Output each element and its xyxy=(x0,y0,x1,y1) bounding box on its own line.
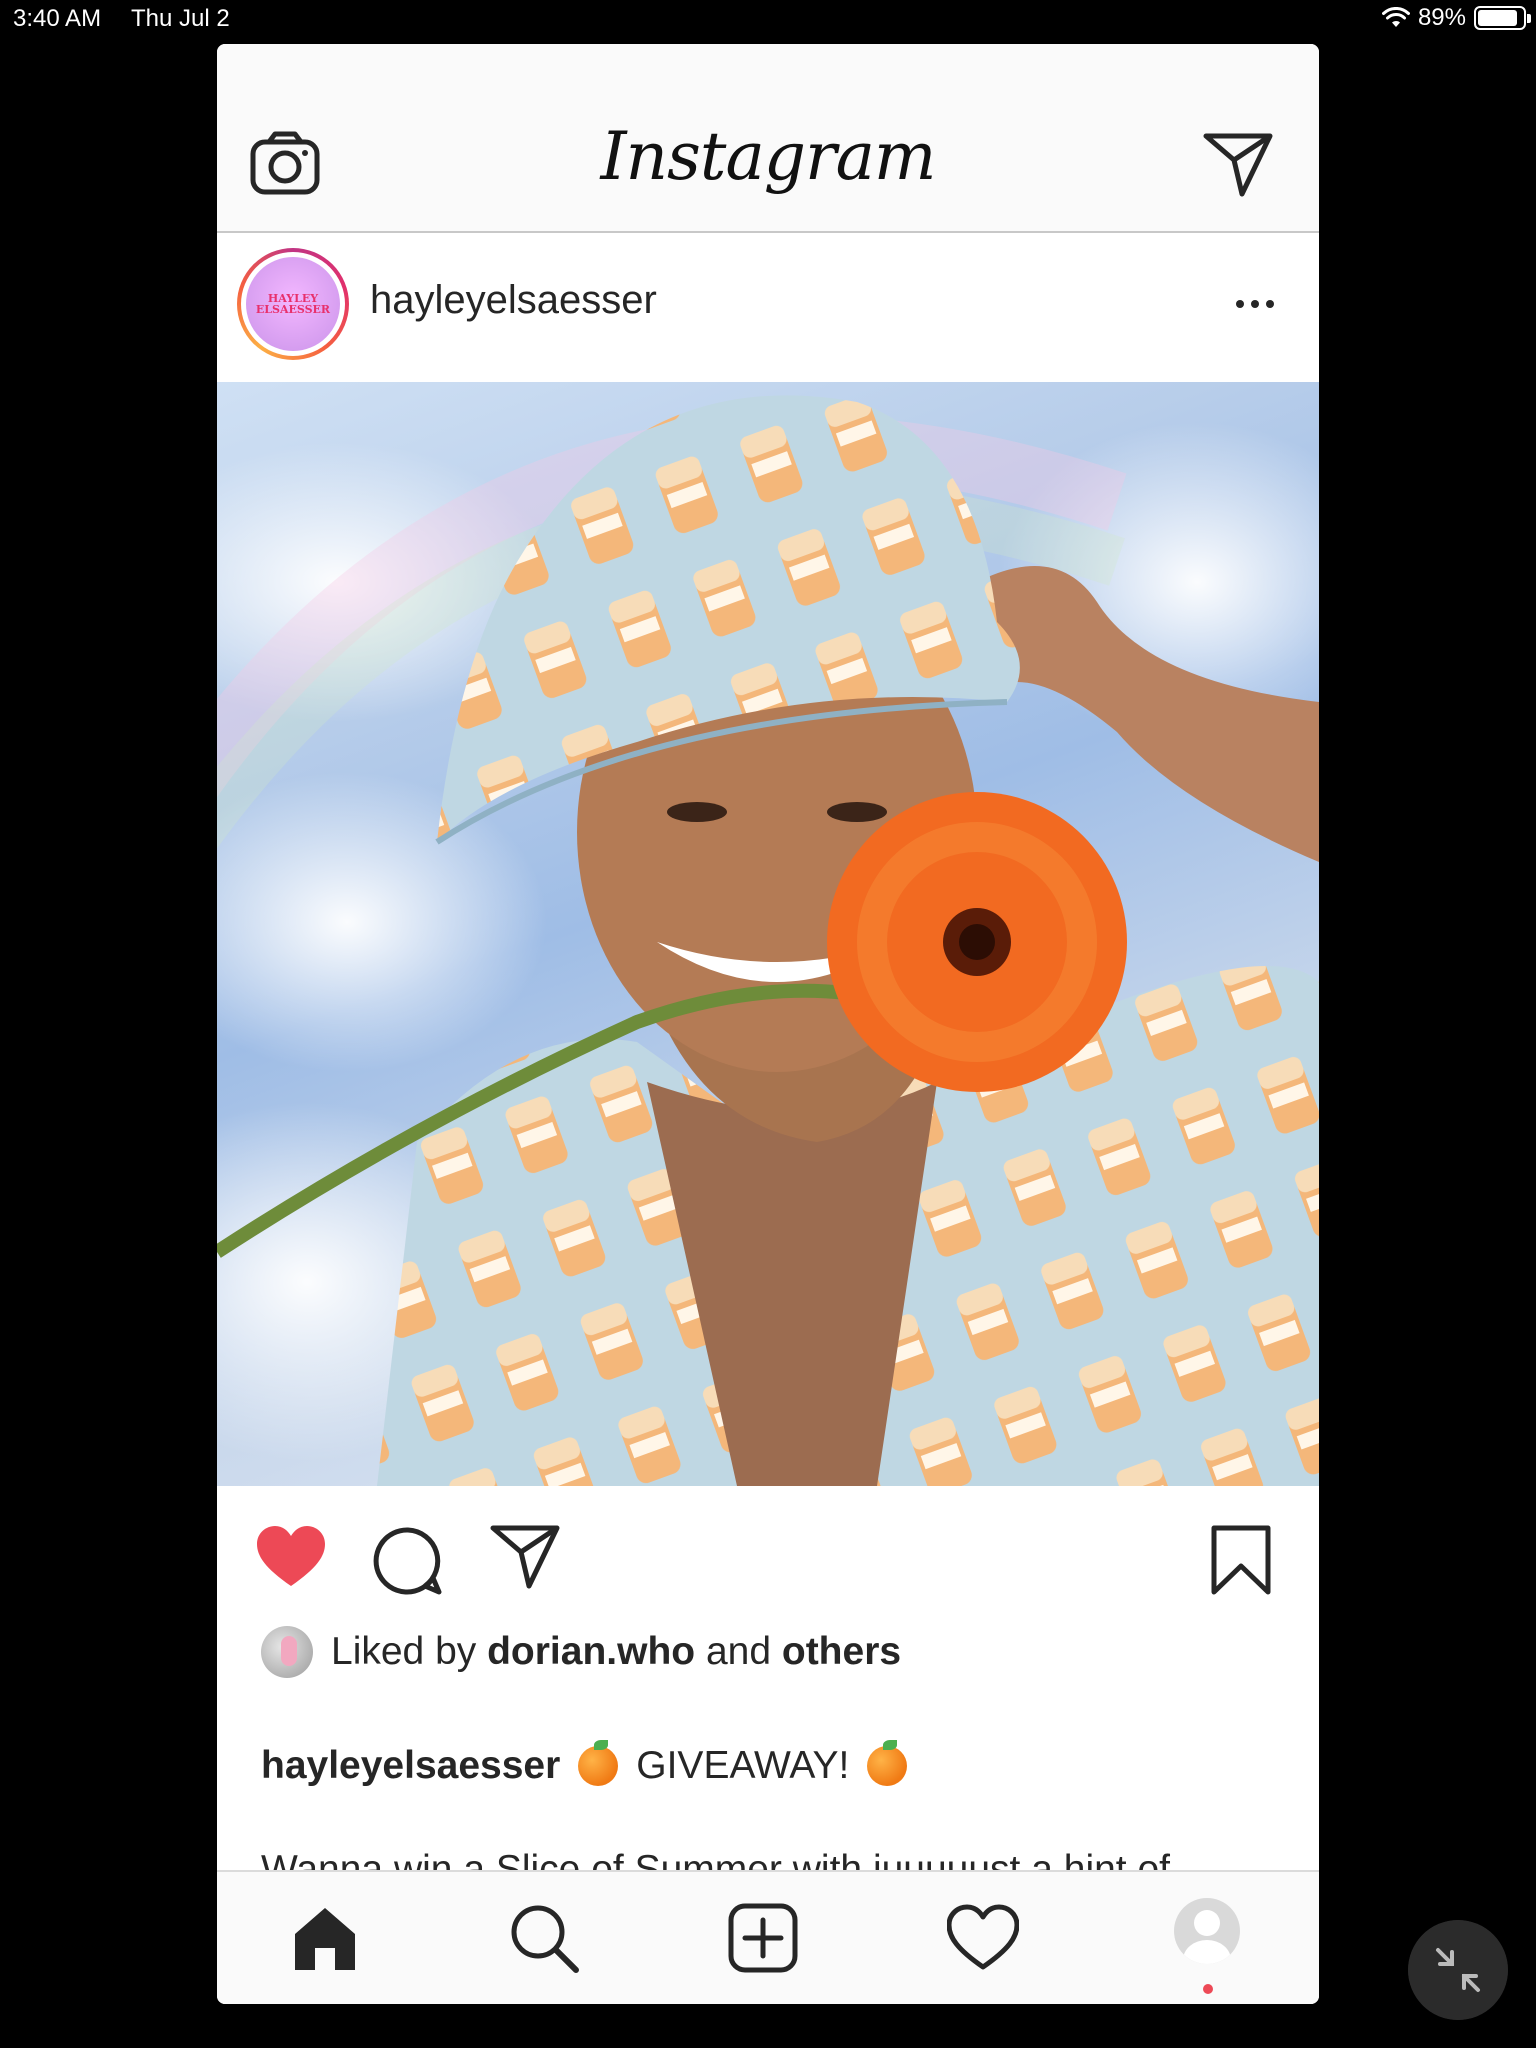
battery-icon xyxy=(1474,6,1531,30)
post-photo[interactable] xyxy=(217,382,1319,1486)
liker-avatar xyxy=(261,1626,313,1678)
status-date: Thu Jul 2 xyxy=(131,5,230,32)
notification-dot xyxy=(1203,1984,1213,1994)
post-photo-illustration xyxy=(217,395,1319,1486)
avatar: hayley elsaesser xyxy=(246,257,340,351)
likes-row[interactable]: Liked by dorian.who and others xyxy=(261,1624,901,1680)
post-actions xyxy=(217,1486,1319,1616)
status-bar: 3:40 AM Thu Jul 2 89% xyxy=(0,0,1536,38)
instagram-app: Instagram hayley elsaesser hayleyelsaess… xyxy=(217,44,1319,2004)
liked-by-and: and xyxy=(705,1630,772,1673)
caption-username[interactable]: hayleyelsaesser xyxy=(261,1744,560,1788)
post-username[interactable]: hayleyelsaesser xyxy=(370,278,657,323)
app-header: Instagram xyxy=(217,44,1319,233)
battery-percent: 89% xyxy=(1417,4,1466,31)
post-header: hayley elsaesser hayleyelsaesser xyxy=(217,234,1319,384)
comment-icon[interactable] xyxy=(373,1526,443,1596)
caption-title: GIVEAWAY! xyxy=(636,1744,850,1787)
instagram-logo: Instagram xyxy=(600,118,936,195)
status-time: 3:40 AM xyxy=(13,5,102,32)
add-post-icon[interactable] xyxy=(727,1902,799,1974)
more-options-icon[interactable] xyxy=(1231,292,1279,316)
shrink-icon[interactable] xyxy=(1408,1920,1508,2020)
status-right: 89% xyxy=(1381,4,1531,32)
liked-by-others[interactable]: others xyxy=(782,1630,901,1674)
profile-icon[interactable] xyxy=(1174,1898,1240,1964)
orange-emoji-icon xyxy=(867,1740,908,1786)
paper-plane-icon[interactable] xyxy=(1202,130,1274,198)
search-icon[interactable] xyxy=(508,1902,580,1974)
liked-by-prefix: Liked by xyxy=(331,1630,477,1673)
heart-filled-icon[interactable] xyxy=(255,1524,327,1590)
share-icon[interactable] xyxy=(489,1524,561,1590)
wifi-icon xyxy=(1381,7,1410,27)
liked-by-user[interactable]: dorian.who xyxy=(487,1630,695,1674)
home-icon[interactable] xyxy=(289,1902,361,1974)
story-ring[interactable]: hayley elsaesser xyxy=(237,248,349,360)
camera-icon[interactable] xyxy=(249,128,321,200)
avatar-text-line2: elsaesser xyxy=(255,303,331,316)
tab-bar xyxy=(217,1870,1319,2004)
heart-icon[interactable] xyxy=(947,1902,1019,1974)
orange-emoji-icon xyxy=(578,1740,619,1786)
caption: hayleyelsaesser GIVEAWAY! xyxy=(261,1740,925,1788)
bookmark-icon[interactable] xyxy=(1210,1524,1272,1596)
